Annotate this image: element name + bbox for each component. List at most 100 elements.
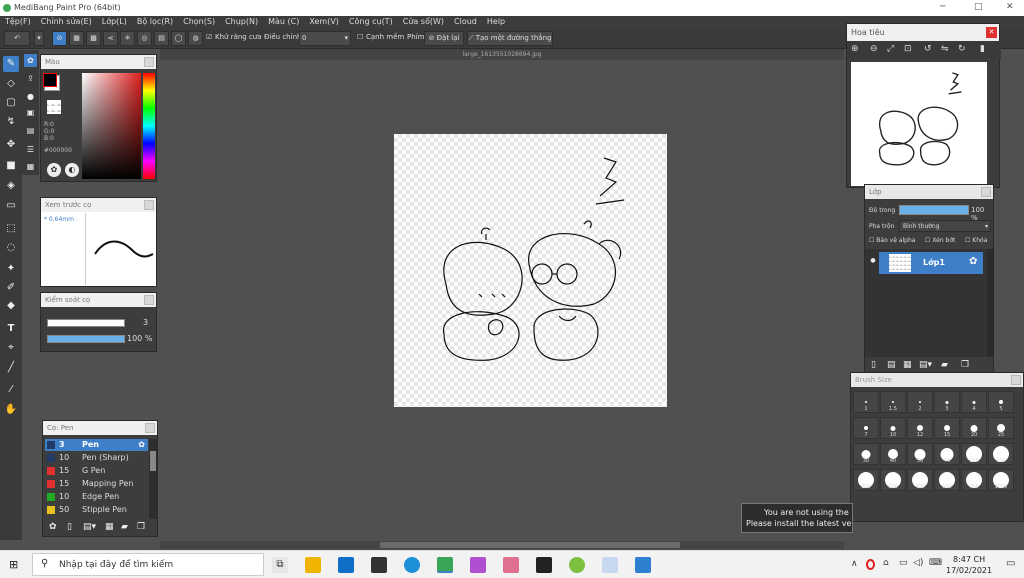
layer-settings-icon[interactable]: ✿ [969,256,977,267]
clipping-checkbox[interactable]: ☐ Xén bớt [925,237,955,244]
gradient-tool-icon[interactable]: ▭ [3,198,19,214]
update-notification[interactable]: You are not using the la Please install … [741,503,853,533]
menu-item[interactable]: Chọn(S) [178,16,220,26]
brush-size-option[interactable]: 150 [988,443,1014,465]
move-tool-icon[interactable]: ✥ [3,137,19,153]
undo-button[interactable]: ↶ [4,31,30,46]
maximize-icon[interactable]: □ [974,2,983,12]
adjust-input[interactable]: 0 ▾ [299,31,351,46]
hand-tool-icon[interactable]: ✋ [3,402,19,418]
obs-icon[interactable] [536,557,552,573]
menu-item[interactable]: Tệp(F) [0,16,36,26]
soft-edge-checkbox[interactable]: ☐ [357,33,363,41]
brush-copy-icon[interactable]: ▦ [105,522,114,532]
document-tab[interactable]: large_1613551028694.jpg [160,49,844,60]
network-icon[interactable]: ▭ [899,558,908,568]
protect-alpha-checkbox[interactable]: ☐ Bảo vệ alpha [869,237,915,244]
brush-size-option[interactable]: 300 [880,469,906,491]
brush-settings-icon[interactable]: ✿ [138,439,145,451]
reset-button[interactable]: ⊘ Đặt lại [424,31,464,46]
menu-item[interactable]: Help [482,16,510,26]
store-icon[interactable] [371,557,387,573]
close-icon[interactable]: ✕ [1006,2,1014,12]
layer-icon[interactable]: ▤ [24,124,37,137]
list-icon[interactable]: ☰ [24,143,37,156]
navigator-thumbnail[interactable] [851,62,987,186]
layer-row[interactable]: Lớp1 ✿ [879,252,983,274]
brush-list-item[interactable]: 15 Mapping Pen [45,478,148,490]
menu-item[interactable]: Công cụ(T) [344,16,398,26]
brush-size-option[interactable]: 400 [907,469,933,491]
brush-list-item[interactable]: 15 G Pen [45,465,148,477]
brush-menu-icon[interactable]: ▤▾ [83,522,96,532]
photos-icon[interactable] [635,557,651,573]
share-icon[interactable]: ⇪ [24,72,37,85]
undo-dropdown[interactable]: ▾ [34,31,44,46]
foreground-color-swatch[interactable] [43,73,57,87]
select-pen-tool-icon[interactable]: ✐ [3,280,19,296]
brush-tool-icon[interactable]: ✎ [3,56,19,72]
language-icon[interactable]: ⌨ [929,558,942,568]
task-view-icon[interactable]: ⧉ [272,557,288,573]
color-panel-close-icon[interactable] [144,57,154,67]
horizontal-scrollbar[interactable] [160,541,844,549]
layer-panel-close-icon[interactable] [981,187,991,197]
brush-size-option[interactable]: 12 [907,417,933,439]
brush-size-option[interactable]: 500 [934,469,960,491]
eraser-tool-icon[interactable]: ◇ [3,76,19,92]
brush-size-option[interactable]: 50 [907,443,933,465]
menu-item[interactable]: Xem(V) [304,16,344,26]
new-halftone-layer-icon[interactable]: ▤ [887,360,896,370]
pattern-1-button[interactable]: ▦ [69,31,84,46]
saturation-picker[interactable] [82,73,141,179]
operation-tool-icon[interactable]: ⌖ [3,340,19,356]
divide-tool-icon[interactable]: ╱ [3,360,19,376]
brush-new-icon[interactable]: ▯ [67,522,72,532]
brush-list-scrollbar[interactable] [149,439,157,519]
meet-now-icon[interactable]: ⌂ [883,558,889,568]
brush-size-close-icon[interactable] [1011,375,1021,385]
select-eraser-tool-icon[interactable]: ◆ [3,298,19,314]
color-history-icon[interactable]: ◐ [65,163,79,177]
text-tool-icon[interactable]: T [3,321,19,337]
menu-item[interactable]: Bộ lọc(R) [132,16,178,26]
brush-list-item[interactable]: 50 Stipple Pen [45,504,148,516]
show-hidden-icons[interactable]: ∧ [851,559,858,569]
brush-list-close-icon[interactable] [145,423,155,433]
windows-start-icon[interactable]: ⊞ [9,558,22,571]
brush-size-option[interactable]: 70 [934,443,960,465]
edge-browser-icon[interactable] [404,557,420,573]
menu-item[interactable]: Chụp(N) [220,16,263,26]
blend-mode-select[interactable]: Bình thường ▾ [899,220,991,232]
brush-list-item[interactable]: 3 Pen ✿ [45,439,148,451]
brush-size-option[interactable]: 20 [961,417,987,439]
new-8bit-layer-icon[interactable]: ▦ [903,360,912,370]
layer-menu-icon[interactable]: ▤▾ [919,360,932,370]
brush-control-close-icon[interactable] [144,295,154,305]
pattern-8-button[interactable]: ◍ [188,31,203,46]
volume-icon[interactable]: ◁) [913,558,923,568]
zoom-out-icon[interactable]: ⊖ [870,44,878,54]
menu-item[interactable]: Cửa sổ(W) [398,16,449,26]
select-mode-button[interactable]: ⊘ [52,31,67,46]
fit-icon[interactable]: ⤢ [887,44,894,54]
brush-folder-icon[interactable]: ▰ [121,522,128,532]
palette-icon[interactable]: ✿ [24,54,37,67]
menu-item[interactable]: Cloud [449,16,482,26]
brush-size-option[interactable]: 1000 [988,469,1014,491]
eyedropper-tool-icon[interactable]: ⁄ [3,382,19,398]
pattern-2-button[interactable]: ▩ [86,31,101,46]
taskbar-search-box[interactable]: ⚲ Nhập tại đây để tìm kiếm [32,553,264,576]
drawing-app-icon[interactable] [602,557,618,573]
brush-duplicate-icon[interactable]: ❐ [137,522,145,532]
brush-size-option[interactable]: 25 [988,417,1014,439]
brush-size-option[interactable]: 40 [880,443,906,465]
bubble-icon[interactable]: ● [24,90,37,103]
brush-size-option[interactable]: 30 [853,443,879,465]
mail-icon[interactable] [338,557,354,573]
brush-size-option[interactable]: 10 [880,417,906,439]
magic-wand-tool-icon[interactable]: ✦ [3,261,19,277]
brush-size-option[interactable]: 4 [961,391,987,413]
layer-folder-icon[interactable]: ▰ [941,360,948,370]
straight-line-button[interactable]: ⟋ Tạo một đường thẳng [467,31,553,46]
